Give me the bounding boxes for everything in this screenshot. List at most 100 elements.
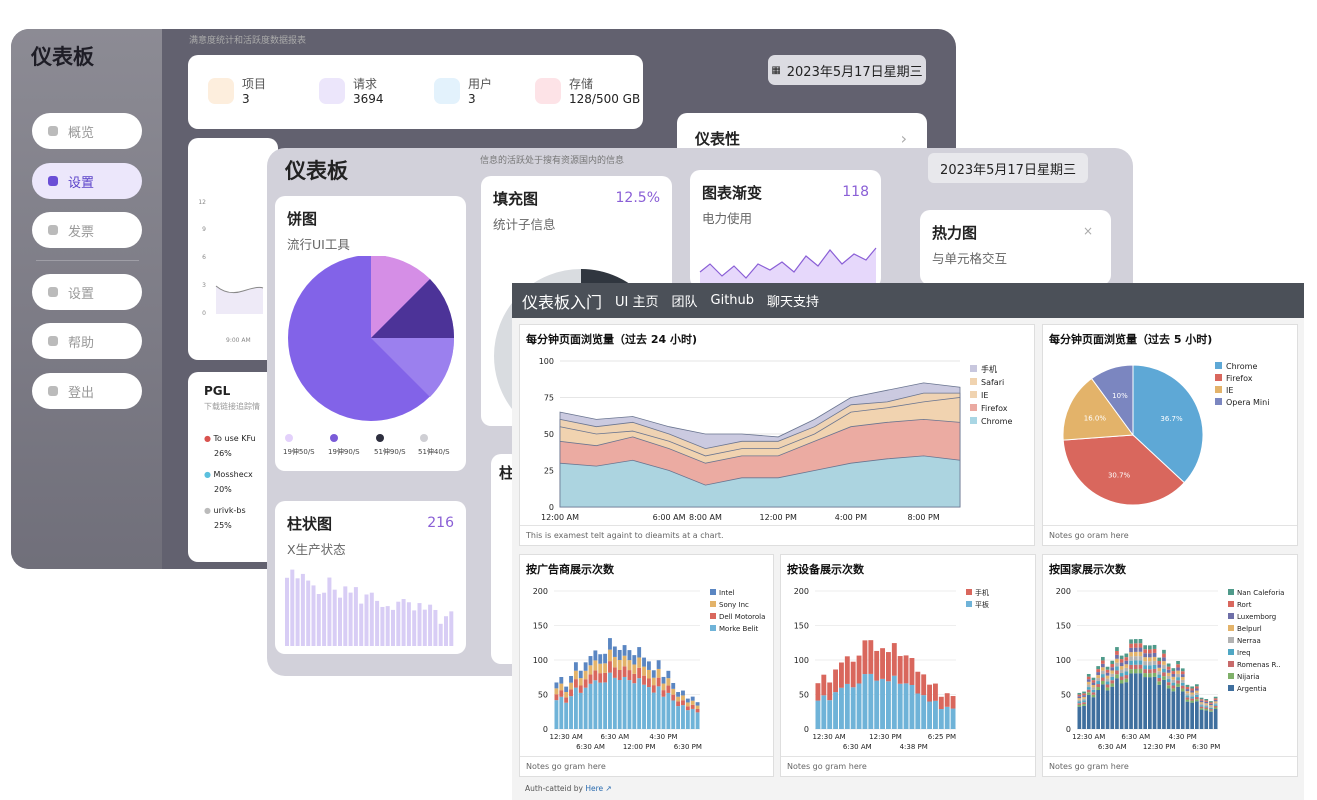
back-nav-overview[interactable]: 概览: [32, 113, 142, 149]
y-tick-label: 150: [533, 622, 548, 631]
back-date-button[interactable]: ▦ 2023年5月17日星期三: [768, 55, 926, 85]
bar-segment: [685, 702, 690, 707]
legend-label: Belpurl: [1237, 625, 1262, 633]
bar-segment: [1180, 677, 1185, 680]
back-line-card: 12 9 6 3 0 9:00 AM: [188, 138, 278, 360]
bar-segment: [1195, 688, 1199, 691]
bar-segment: [642, 657, 646, 667]
stat-storage: 存储 128/500 GB: [535, 75, 640, 106]
back-nav-invoices[interactable]: 发票: [32, 212, 142, 248]
x-tick-label: 6:30 PM: [674, 743, 702, 751]
bar-segment: [661, 696, 666, 729]
bar-segment: [593, 680, 598, 729]
bar-segment: [874, 680, 880, 729]
bar-segment: [1185, 697, 1190, 700]
mid-subtitle: 信息的活跃处于搜有资源国内的信息: [480, 156, 625, 166]
bar-segment: [1143, 657, 1147, 662]
bar-segment: [909, 658, 915, 685]
bar-segment: [1180, 682, 1185, 686]
credit-link[interactable]: Here: [585, 784, 603, 793]
legend-swatch: [1228, 637, 1234, 643]
bar-segment: [1138, 643, 1143, 648]
date-label: 2023年5月17日星期三: [786, 64, 923, 80]
bar-segment: [1152, 660, 1157, 665]
legend-swatch: [710, 589, 716, 595]
bar-segment: [1162, 679, 1166, 729]
nav-ui-home[interactable]: UI 主页: [615, 291, 658, 310]
bar-segment: [564, 686, 569, 692]
bar-segment: [1176, 664, 1180, 668]
bar-segment: [1209, 706, 1213, 708]
close-icon[interactable]: ×: [1083, 224, 1093, 238]
bar-segment: [1110, 663, 1115, 668]
nav-github[interactable]: Github: [711, 293, 755, 308]
bar-segment: [690, 708, 695, 729]
back-nav-settings[interactable]: 设置: [32, 274, 142, 310]
bar-segment: [617, 680, 622, 729]
legend-swatch: [1228, 625, 1234, 631]
pgl-item: ● urivk-bs 25%: [204, 506, 262, 530]
bar-segment: [1129, 639, 1133, 644]
brand-link[interactable]: 仪表板入门: [522, 289, 602, 313]
bar-segment: [1143, 669, 1147, 674]
nav-label: 发票: [68, 224, 95, 240]
bar-segment: [1138, 660, 1143, 665]
bar-segment: [685, 706, 690, 711]
card-subtitle: 与单元格交互: [932, 251, 1008, 266]
bar-segment: [1133, 643, 1138, 648]
bar-segment: [1157, 674, 1162, 678]
bar-segment: [1115, 674, 1119, 679]
bar-segment: [1148, 649, 1152, 654]
back-stats-card: 项目 3 请求 3694 用户 3 存储 128/500 GB: [188, 55, 643, 129]
bar-segment: [1199, 706, 1204, 709]
bar-segment: [583, 662, 588, 671]
bar-segment: [880, 648, 885, 679]
bar-segment: [1209, 705, 1213, 707]
bar-segment: [827, 700, 833, 729]
bar-segment: [1176, 670, 1180, 674]
bar-segment: [1077, 704, 1082, 707]
bar-segment: [632, 655, 637, 665]
bar-segment: [1138, 668, 1143, 674]
bar-segment: [564, 691, 569, 698]
bar-segment: [1077, 706, 1082, 729]
legend-dot: [330, 434, 338, 442]
legend-label: Nerraa: [1237, 637, 1261, 645]
bar-segment: [1204, 710, 1209, 729]
pie-value-label: 36.7%: [1160, 415, 1183, 423]
bar-segment: [1148, 657, 1152, 662]
bar-segment: [695, 705, 700, 709]
bar-segment: [1213, 702, 1218, 705]
bar-segment: [950, 696, 956, 709]
bar-segment: [559, 683, 564, 691]
bar-segment: [608, 661, 612, 673]
back-nav-logout[interactable]: 登出: [32, 373, 142, 409]
bar-segment: [1204, 707, 1209, 709]
back-nav-help[interactable]: 帮助: [32, 323, 142, 359]
request-icon: [319, 77, 345, 104]
bar-segment: [1195, 697, 1199, 700]
bar-segment: [646, 661, 651, 670]
bar-segment: [1162, 672, 1166, 677]
mid-date-button[interactable]: 2023年5月17日星期三: [928, 153, 1088, 183]
nav-label: 概览: [68, 125, 95, 141]
card-subtitle: 统计子信息: [493, 217, 556, 232]
y-tick-label: 0: [804, 725, 809, 734]
pgl-value: 26%: [214, 449, 232, 458]
nav-chat-support[interactable]: 聊天支持: [767, 291, 819, 310]
nav-team[interactable]: 团队: [672, 291, 698, 310]
bar-segment: [1101, 674, 1105, 678]
country-panel: 按国家展示次数 0 50 100 150 200 12:30 AM 6:30 AM 6:30 …: [1042, 554, 1298, 777]
bar-segment: [1110, 686, 1115, 729]
x-tick-label: 4:30 PM: [649, 733, 677, 741]
legend-swatch: [710, 601, 716, 607]
bar-segment: [1138, 673, 1143, 729]
check-icon: [48, 176, 58, 186]
bar-segment: [1115, 670, 1119, 675]
bar-segment: [1124, 664, 1129, 668]
back-nav-settings-active[interactable]: 设置: [32, 163, 142, 199]
bar-segment: [821, 674, 827, 696]
bar-segment: [909, 684, 915, 729]
stat-projects: 项目 3: [208, 75, 266, 106]
y-tick-label: 0: [543, 725, 548, 734]
